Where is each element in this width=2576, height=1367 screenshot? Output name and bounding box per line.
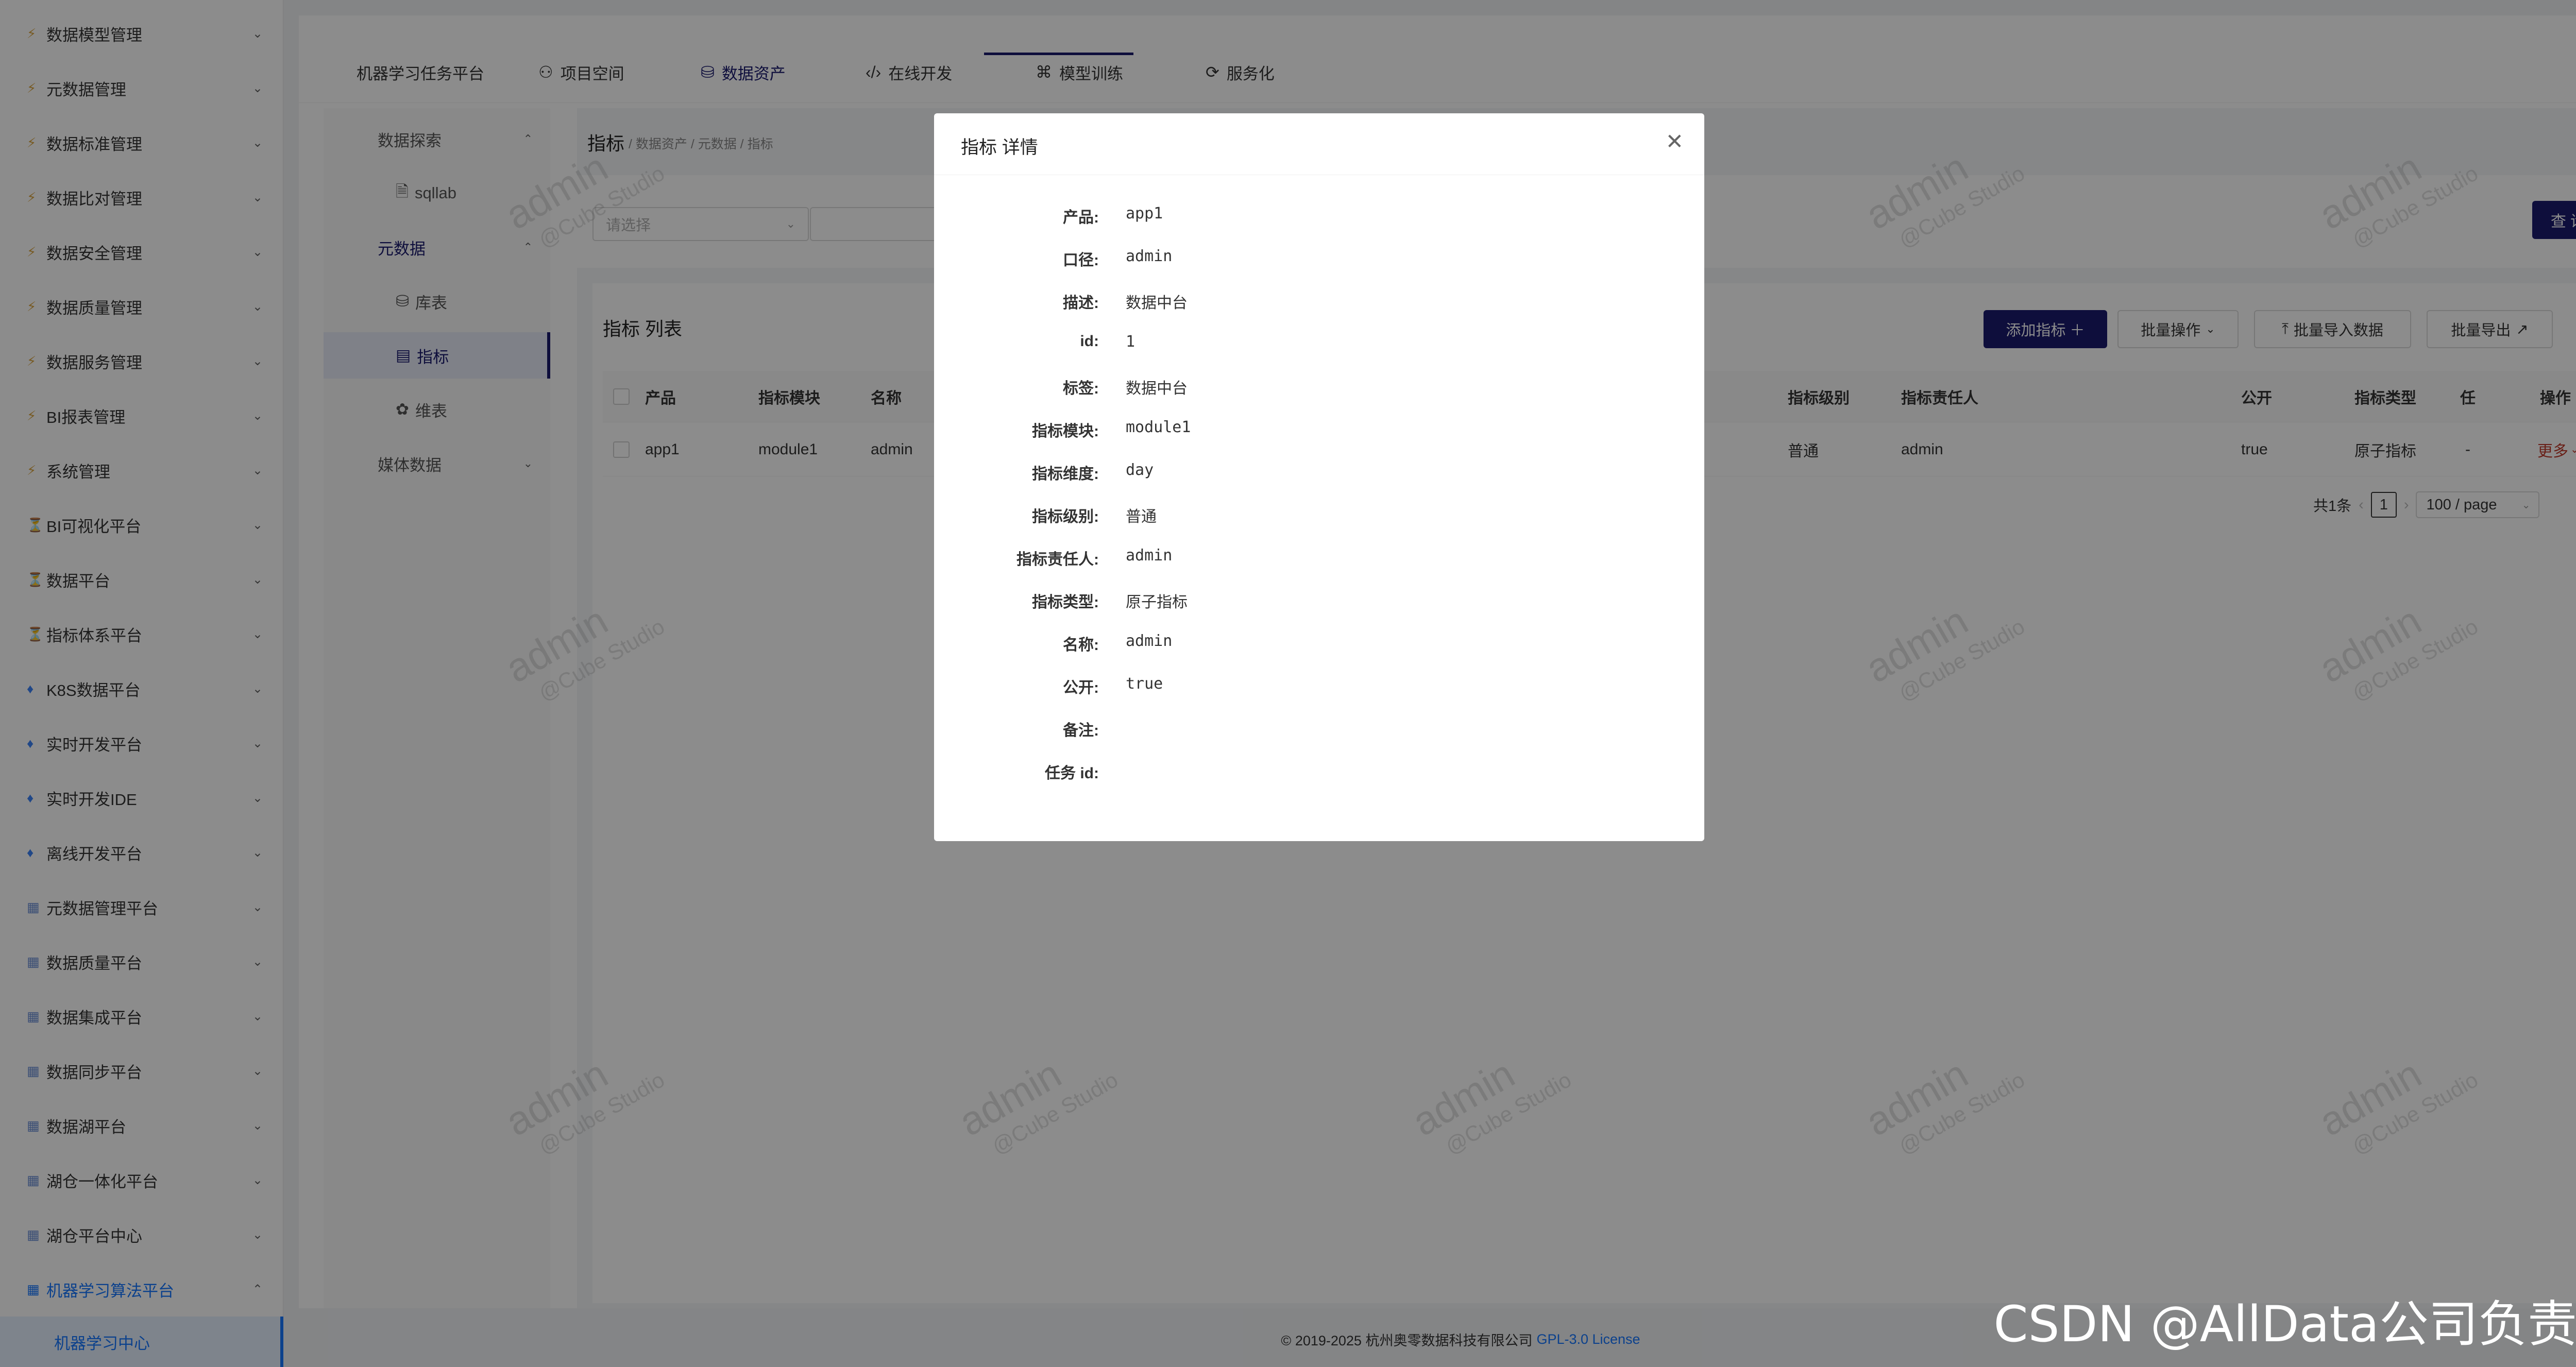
field-value: app1 <box>1126 204 1163 223</box>
field-label: 指标模块: <box>1032 423 1099 440</box>
field-value: day <box>1126 461 1154 479</box>
field-label: 产品: <box>1063 209 1099 226</box>
field-label: 指标级别: <box>1032 508 1099 525</box>
modal-header: 指标 详情 ✕ <box>934 113 1704 175</box>
field-value: admin <box>1126 546 1173 565</box>
close-icon[interactable]: ✕ <box>1666 129 1684 154</box>
field-value: 原子指标 <box>1126 593 1188 611</box>
corner-attribution: CSDN @AllData公司负责人 <box>1993 1295 2576 1353</box>
field-value: 普通 <box>1126 508 1157 526</box>
field-value: admin <box>1126 632 1173 650</box>
metric-detail-modal: 指标 详情 ✕ 产品: app1 口径: admin 描述: 数据中台 id: … <box>934 113 1704 841</box>
field-value: admin <box>1126 247 1173 265</box>
field-label: 任务 id: <box>1045 765 1099 782</box>
field-label: id: <box>1080 333 1099 350</box>
field-label: 描述: <box>1063 295 1099 312</box>
field-value: 数据中台 <box>1126 380 1188 398</box>
field-label: 指标维度: <box>1032 466 1099 483</box>
field-label: 口径: <box>1063 252 1099 269</box>
field-value: 数据中台 <box>1126 294 1188 312</box>
field-label: 指标类型: <box>1032 594 1099 611</box>
modal-title: 指标 详情 <box>961 138 1038 158</box>
field-value: true <box>1126 675 1163 693</box>
field-value: module1 <box>1126 418 1191 436</box>
field-label: 名称: <box>1063 637 1099 654</box>
field-label: 公开: <box>1063 679 1099 696</box>
field-label: 备注: <box>1063 722 1099 739</box>
field-value: 1 <box>1126 333 1136 351</box>
field-label: 指标责任人: <box>1016 551 1099 568</box>
field-label: 标签: <box>1063 380 1099 397</box>
